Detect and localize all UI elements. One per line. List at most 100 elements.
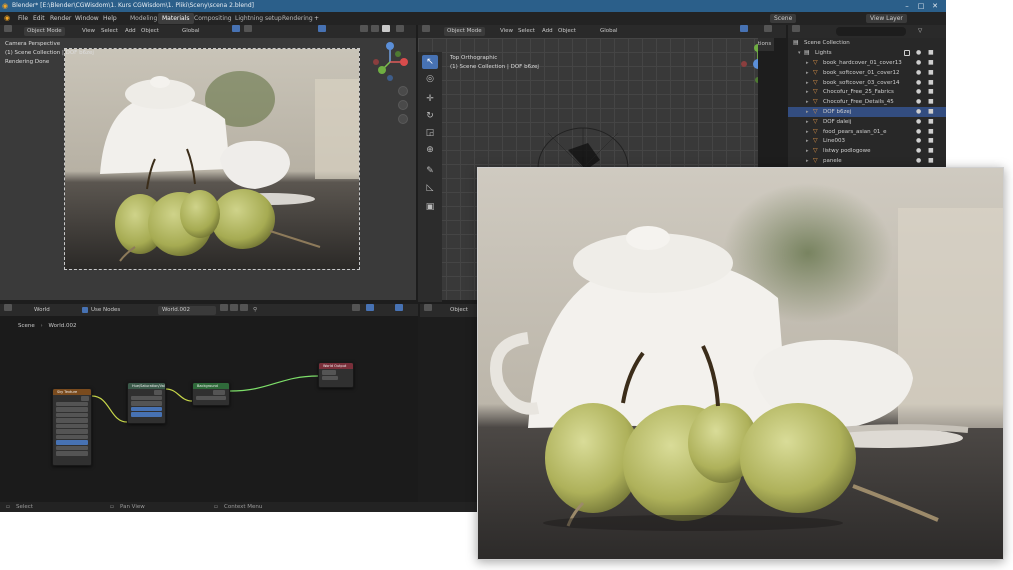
menu-object[interactable]: Object <box>558 25 576 38</box>
node-background[interactable]: Background <box>192 382 230 406</box>
eye-icon[interactable]: ● <box>916 146 921 156</box>
camera-icon[interactable]: ■ <box>928 127 934 137</box>
rotate-icon[interactable]: ↻ <box>422 109 438 123</box>
eye-icon[interactable]: ● <box>916 136 921 146</box>
tab-modeling[interactable]: Modeling <box>126 13 161 24</box>
menu-view[interactable]: View <box>500 25 513 38</box>
shading-rendered-icon[interactable] <box>382 25 390 32</box>
camera-icon[interactable]: ■ <box>928 107 934 117</box>
world-name-field[interactable]: World.002 <box>158 306 216 315</box>
navigation-gizmo[interactable] <box>368 40 412 84</box>
move-icon[interactable]: ✛ <box>422 92 438 106</box>
camera-icon[interactable]: ■ <box>928 146 934 156</box>
camera-icon[interactable]: ■ <box>928 97 934 107</box>
menu-help[interactable]: Help <box>103 12 117 25</box>
unlink-icon[interactable] <box>240 304 248 311</box>
camera-icon[interactable]: ■ <box>928 117 934 127</box>
add-workspace-icon[interactable]: + <box>314 12 319 25</box>
node-editor[interactable]: Scene › World.002 Sky Texture Hue/Satura… <box>0 316 418 502</box>
scale-icon[interactable]: ◲ <box>422 126 438 140</box>
camera-icon[interactable]: ■ <box>928 48 934 58</box>
cursor-icon[interactable]: ↖ <box>422 55 438 69</box>
navigation-gizmo[interactable] <box>736 42 758 86</box>
eye-icon[interactable]: ● <box>916 58 921 68</box>
editor-type-icon[interactable] <box>792 25 800 32</box>
snap-icon[interactable] <box>232 25 240 32</box>
menu-edit[interactable]: Edit <box>33 12 45 25</box>
hand-icon[interactable] <box>398 100 408 110</box>
proportional-icon[interactable] <box>244 25 252 32</box>
menu-object[interactable]: Object <box>141 25 159 38</box>
overlay-icon[interactable] <box>318 25 326 32</box>
transform-orientation[interactable]: Global <box>182 25 200 38</box>
menu-view[interactable]: View <box>82 25 95 38</box>
new-world-icon[interactable] <box>230 304 238 311</box>
eye-icon[interactable]: ● <box>916 48 921 58</box>
outliner-item[interactable]: ▸ ▽ DOF b6zej ● ■ <box>788 107 946 117</box>
scene-selector[interactable]: Scene <box>770 14 797 23</box>
outliner-item[interactable]: ▸ ▽ Line003 ● ■ <box>788 136 946 146</box>
camera-icon[interactable]: ■ <box>928 87 934 97</box>
menu-select[interactable]: Select <box>101 25 118 38</box>
view-layer-selector[interactable]: View Layer <box>866 14 907 23</box>
eye-icon[interactable]: ● <box>916 156 921 166</box>
menu-file[interactable]: File <box>18 12 28 25</box>
measure-icon[interactable]: ◺ <box>422 181 438 195</box>
outliner-item[interactable]: ▸ ▽ Chocofur_Free_25_Fabrics ● ■ <box>788 87 946 97</box>
shading-solid-icon[interactable] <box>360 25 368 32</box>
outliner-search-icon[interactable] <box>836 27 906 36</box>
shading-material-icon[interactable] <box>371 25 379 32</box>
exclude-checkbox[interactable] <box>904 50 910 56</box>
tab-rendering[interactable]: Rendering <box>278 13 317 24</box>
node-world-output[interactable]: World Output <box>318 362 354 388</box>
outliner-item[interactable]: ▸ ▽ listwy podlogowe ● ■ <box>788 146 946 156</box>
use-nodes-checkbox[interactable] <box>82 307 88 313</box>
node-hue-saturation[interactable]: Hue/Saturation/Value <box>127 382 166 424</box>
menu-add[interactable]: Add <box>125 25 136 38</box>
object-tab[interactable]: Object <box>450 304 468 317</box>
camera-icon[interactable]: ■ <box>928 78 934 88</box>
eye-icon[interactable]: ● <box>916 78 921 88</box>
maximize-icon[interactable]: □ <box>914 0 928 12</box>
minimize-icon[interactable]: – <box>900 0 914 12</box>
close-icon[interactable]: ✕ <box>928 0 942 12</box>
overlay-icon[interactable] <box>740 25 748 32</box>
menu-window[interactable]: Window <box>75 12 99 25</box>
outliner-item[interactable]: ▸ ▽ food_pears_asian_01_e ● ■ <box>788 127 946 137</box>
overlay-icon[interactable] <box>395 304 403 311</box>
outliner-item[interactable]: ▸ ▽ book_hardcover_01_cover13 ● ■ <box>788 58 946 68</box>
annotate-icon[interactable]: ✎ <box>422 164 438 178</box>
editor-type-icon[interactable] <box>4 25 12 32</box>
camera-icon[interactable] <box>398 114 408 124</box>
outliner-item[interactable]: ▸ ▽ DOF daleij ● ■ <box>788 117 946 127</box>
outliner-item[interactable]: ▸ ▽ book_softcover_01_cover12 ● ■ <box>788 68 946 78</box>
transform-orientation[interactable]: Global <box>600 25 618 38</box>
outliner-item[interactable]: ▸ ▽ Chocofur_Free_Details_45 ● ■ <box>788 97 946 107</box>
overlay-icon[interactable] <box>366 304 374 311</box>
fake-user-icon[interactable] <box>220 304 228 311</box>
eye-icon[interactable]: ● <box>916 127 921 137</box>
tab-materials[interactable]: Materials <box>158 13 194 24</box>
shading-solid-icon[interactable] <box>764 25 772 32</box>
transform-icon[interactable]: ⊕ <box>422 143 438 157</box>
outliner-root[interactable]: ▤ Scene Collection <box>788 38 946 48</box>
add-cube-icon[interactable]: ▣ <box>422 200 438 214</box>
eye-icon[interactable]: ● <box>916 68 921 78</box>
zoom-icon[interactable] <box>398 86 408 96</box>
shading-options-icon[interactable] <box>396 25 404 32</box>
camera-icon[interactable]: ■ <box>928 58 934 68</box>
snap-icon[interactable] <box>352 304 360 311</box>
camera-icon[interactable]: ■ <box>928 136 934 146</box>
blender-menu-icon[interactable]: ◉ <box>4 12 10 25</box>
editor-type-icon[interactable] <box>424 304 432 311</box>
filter-icon[interactable]: ▽ <box>918 25 922 38</box>
mode-selector[interactable]: Object Mode <box>24 27 65 36</box>
node-sky-texture[interactable]: Sky Texture <box>52 388 92 466</box>
tab-compositing[interactable]: Compositing <box>190 13 236 24</box>
outliner-collection[interactable]: ▾ ▤ Lights ● ■ <box>788 48 946 58</box>
eye-icon[interactable]: ● <box>916 97 921 107</box>
editor-type-icon[interactable] <box>422 25 430 32</box>
editor-type-icon[interactable] <box>4 304 12 311</box>
camera-icon[interactable]: ■ <box>928 156 934 166</box>
outliner-item[interactable]: ▸ ▽ book_softcover_03_cover14 ● ■ <box>788 78 946 88</box>
